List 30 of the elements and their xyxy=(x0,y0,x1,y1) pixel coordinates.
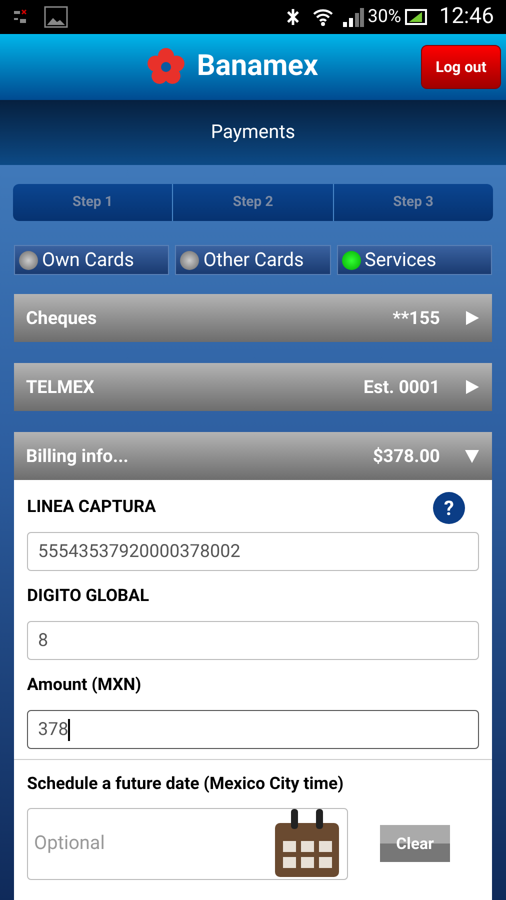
tab[interactable]: Own Cards xyxy=(14,245,170,275)
tab[interactable]: Other Cards xyxy=(175,245,331,275)
step-indicator: Step 3 xyxy=(334,184,493,221)
battery-charging-icon xyxy=(405,8,428,26)
tab[interactable]: Services xyxy=(336,245,492,275)
field-label: DIGITO GLOBAL xyxy=(27,585,150,608)
expand-icon xyxy=(464,379,480,395)
clock: 12:46 xyxy=(439,3,494,32)
field-label: Amount (MXN) xyxy=(27,674,142,698)
help-icon[interactable]: ? xyxy=(433,492,465,524)
notification-icon xyxy=(12,8,28,25)
battery-percentage: 30% xyxy=(368,5,402,30)
page-title: Payments xyxy=(210,119,296,146)
field-label: Schedule a future date (Mexico City time) xyxy=(27,774,344,794)
step-indicator: Step 2 xyxy=(173,184,333,221)
wifi-icon xyxy=(312,6,334,27)
signal-icon xyxy=(342,6,364,27)
image-icon xyxy=(44,6,68,28)
placeholder-text: Optional xyxy=(34,830,106,856)
input-field[interactable]: 55543537920000378002 xyxy=(27,532,479,571)
input-field[interactable]: 8 xyxy=(27,621,479,660)
calendar-icon xyxy=(273,808,341,878)
brand-name: Banamex xyxy=(196,48,318,86)
collapse-icon xyxy=(464,448,480,464)
expand-icon xyxy=(464,310,480,326)
step-indicator: Step 1 xyxy=(13,184,172,221)
field-label: LINEA CAPTURA xyxy=(27,496,157,520)
input-field[interactable]: 378 xyxy=(27,710,479,749)
logout-button[interactable]: Log out xyxy=(421,44,501,89)
clear-button[interactable]: Clear xyxy=(380,825,450,862)
